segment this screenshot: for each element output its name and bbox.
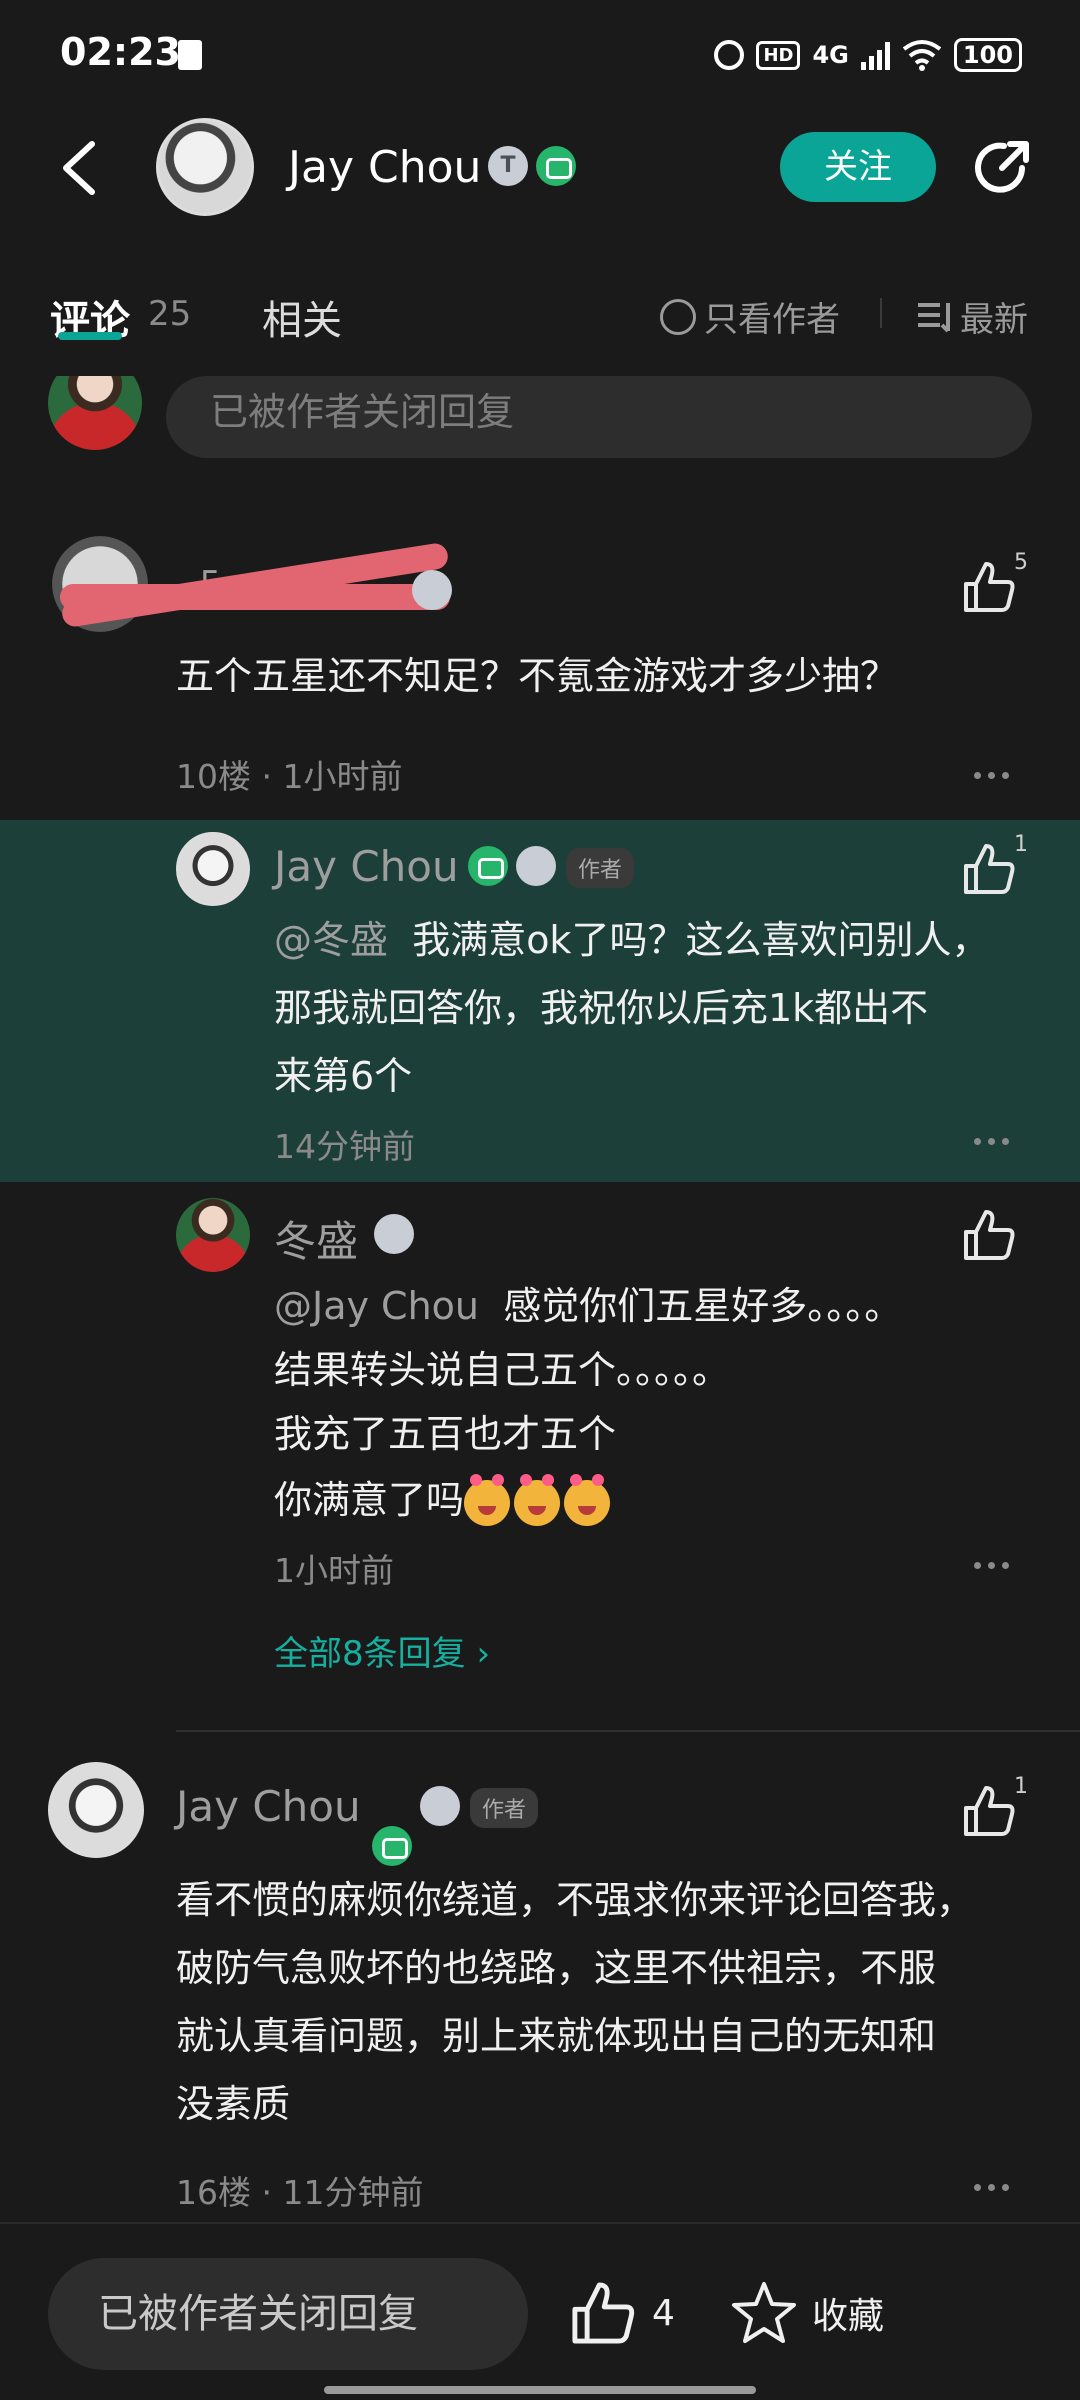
favorite-button[interactable]: 收藏 (730, 2280, 884, 2346)
comment-text-line: 就认真看问题，别上来就体现出自己的无知和 (176, 2014, 937, 2058)
like-icon[interactable] (962, 1208, 1016, 1262)
reply-text-line: 我充了五百也才五个 (274, 1412, 617, 1456)
signal-icon (860, 40, 890, 70)
home-indicator[interactable] (324, 2386, 756, 2394)
game-badge-icon (372, 1826, 412, 1866)
reply-meta: 1小时前 (274, 1551, 394, 1590)
like-count: 5 (1014, 550, 1028, 575)
comment-text-line: 没素质 (176, 2082, 291, 2126)
clipboard-notification-icon (178, 40, 202, 70)
reply-input[interactable]: 已被作者关闭回复 (48, 2258, 528, 2370)
comment-list[interactable]: 已被作者关闭回复 「 5 五个五星还不知足？不氪金游戏才多少抽？ 10楼 · 1… (0, 376, 1080, 2222)
like-count: 1 (1014, 1774, 1028, 1799)
status-icons: HD 4G 100 (714, 38, 1022, 72)
like-icon (572, 2282, 635, 2344)
sort-label: 最新 (960, 300, 1028, 340)
reply-avatar[interactable] (176, 832, 250, 906)
reply-username[interactable]: Jay Chou (274, 842, 459, 891)
level-badge-icon (374, 1214, 414, 1254)
author-tag: 作者 (566, 848, 635, 888)
commenter-avatar[interactable] (48, 376, 142, 450)
comments-count: 25 (148, 294, 192, 334)
comment-meta: 16楼 · 11分钟前 (176, 2173, 424, 2212)
comment-text-line: 看不惯的麻烦你绕道，不强求你来评论回答我， (176, 1878, 975, 1922)
wifi-icon (902, 40, 942, 71)
level-badge-icon (516, 846, 556, 886)
redaction-mark (60, 584, 450, 610)
grinning-emoji-icon (514, 1473, 561, 1526)
alarm-icon (714, 40, 745, 70)
level-badge-icon (412, 570, 452, 610)
reply-avatar[interactable] (176, 1198, 250, 1272)
reply-meta: 14分钟前 (274, 1127, 415, 1166)
author-tag: 作者 (470, 1788, 539, 1828)
more-icon[interactable] (974, 772, 1009, 779)
reply-text-line: @Jay Chou 感觉你们五星好多。。。。 (274, 1284, 903, 1328)
comment-meta: 10楼 · 1小时前 (176, 757, 403, 796)
reply-text-line: 你满意了吗 (274, 1466, 614, 1534)
more-icon[interactable] (974, 1562, 1009, 1569)
like-button[interactable]: 4 (570, 2280, 675, 2346)
share-icon[interactable] (972, 138, 1032, 198)
reply-closed-input: 已被作者关闭回复 (166, 376, 1032, 458)
favorite-label: 收藏 (812, 2296, 885, 2337)
reply-username[interactable]: 冬盛 (274, 1208, 358, 1269)
reply-text-line: 来第6个 (274, 1054, 413, 1098)
comment-separator (176, 1730, 1080, 1732)
more-icon[interactable] (974, 1138, 1009, 1145)
game-badge-icon (468, 846, 508, 886)
back-arrow-icon[interactable] (56, 140, 100, 196)
commenter-username[interactable]: Jay Chou (176, 1782, 361, 1831)
grinning-emoji-icon (564, 1473, 611, 1526)
like-icon[interactable] (962, 842, 1016, 896)
like-icon[interactable] (962, 1784, 1016, 1838)
reply-text-line: 那我就回答你，我祝你以后充1k都出不 (274, 986, 929, 1030)
status-time: 02:23 (60, 30, 181, 74)
bottom-bar-divider (0, 2222, 1080, 2224)
mention[interactable]: @冬盛 (274, 918, 388, 962)
active-tab-indicator (58, 332, 122, 340)
commenter-avatar[interactable] (48, 1762, 144, 1858)
author-avatar[interactable] (156, 118, 254, 216)
sort-icon (918, 302, 950, 332)
star-icon (732, 2282, 796, 2343)
more-icon[interactable] (974, 2184, 1009, 2191)
reply-text-line: 结果转头说自己五个。。。。。 (274, 1348, 731, 1392)
filter-divider (880, 298, 882, 328)
only-author-label: 只看作者 (704, 300, 840, 340)
only-author-toggle[interactable]: 只看作者 (660, 292, 840, 341)
hd-icon: HD (756, 40, 801, 70)
game-badge-icon (536, 146, 576, 186)
like-icon[interactable] (962, 560, 1016, 614)
like-count: 4 (652, 2292, 675, 2334)
reply-text-line: @冬盛 我满意ok了吗？这么喜欢问别人， (274, 918, 990, 962)
follow-button[interactable]: 关注 (780, 132, 936, 202)
author-name[interactable]: Jay Chou (288, 142, 481, 193)
tab-related[interactable]: 相关 (262, 288, 342, 346)
comment-text: 五个五星还不知足？不氪金游戏才多少抽？ (176, 654, 899, 698)
view-all-replies-link[interactable]: 全部8条回复 › (274, 1626, 490, 1675)
level-badge-icon (420, 1786, 460, 1826)
battery-icon: 100 (953, 38, 1022, 72)
radio-icon (660, 298, 696, 335)
level-badge-icon: T (488, 146, 528, 186)
mention[interactable]: @Jay Chou (274, 1284, 479, 1328)
sort-button[interactable]: 最新 (916, 292, 1028, 341)
grinning-emoji-icon (464, 1473, 511, 1526)
like-count: 1 (1014, 832, 1028, 857)
network-label: 4G (812, 41, 849, 69)
comment-text-line: 破防气急败坏的也绕路，这里不供祖宗，不服 (176, 1946, 937, 1990)
